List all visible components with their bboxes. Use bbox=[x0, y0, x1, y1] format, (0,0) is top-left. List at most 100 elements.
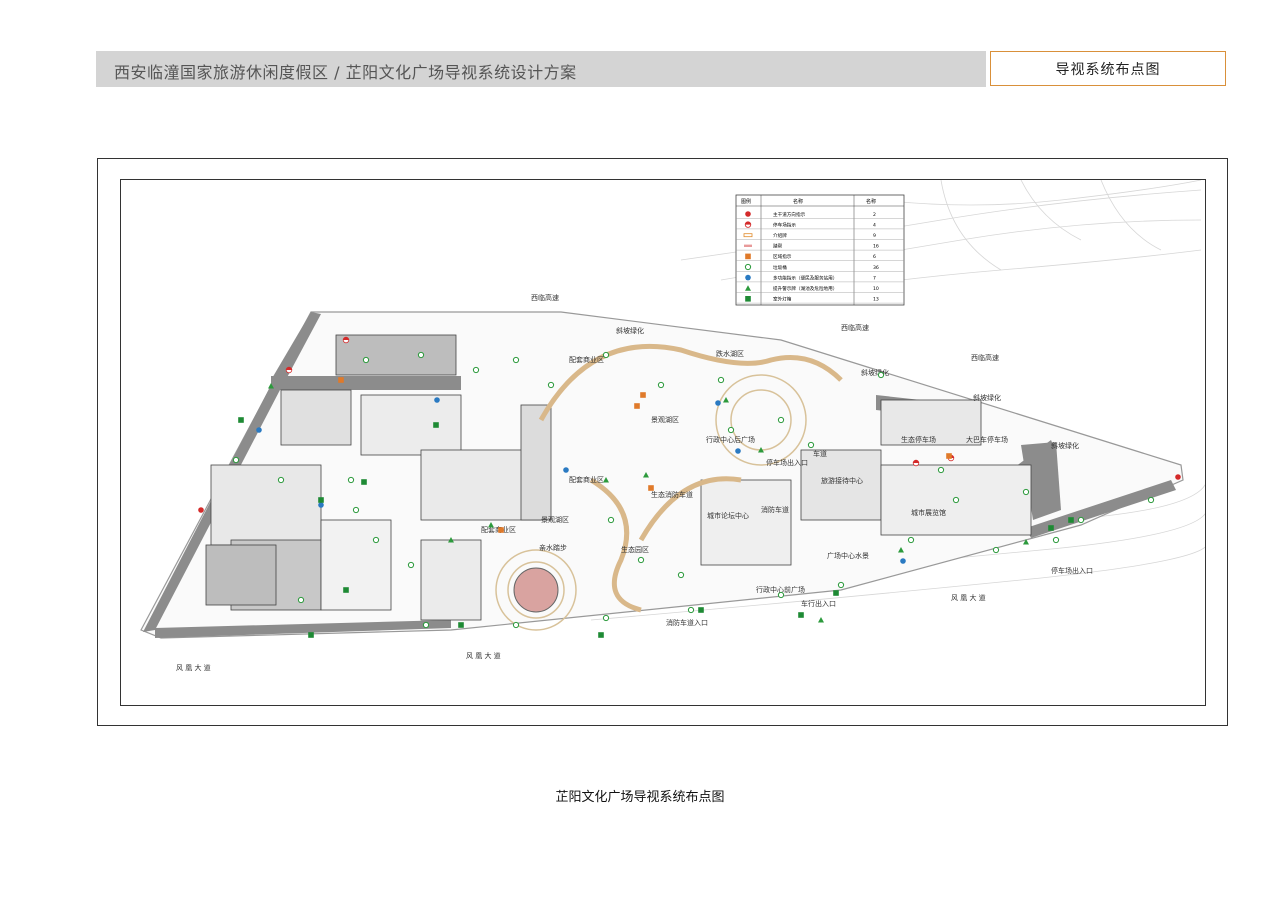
marker-green-ring bbox=[1052, 536, 1060, 544]
label-water-plaza: 亲水踏步 bbox=[539, 543, 567, 552]
legend-icon-half-red-circle bbox=[744, 221, 752, 228]
label-fengxiong-1: 风 凰 大 道 bbox=[176, 663, 211, 672]
marker-green-ring bbox=[907, 536, 915, 544]
marker-blue-circle bbox=[256, 427, 262, 433]
legend-item-count: 4 bbox=[873, 222, 876, 228]
marker-green-ring bbox=[547, 381, 555, 389]
marker-green-ring bbox=[637, 556, 645, 564]
label-fengxiong-2: 风 凰 大 道 bbox=[466, 651, 501, 660]
marker-blue-circle bbox=[434, 397, 440, 403]
section-label-box: 导视系统布点图 bbox=[990, 51, 1226, 86]
marker-green-ring bbox=[232, 456, 240, 464]
section-label: 导视系统布点图 bbox=[1055, 61, 1161, 78]
marker-blue-circle bbox=[715, 400, 721, 406]
marker-half-red-circle bbox=[912, 459, 920, 467]
legend-icon-green-square bbox=[745, 296, 751, 302]
legend-icon-orange-outline-rect bbox=[743, 233, 753, 238]
marker-green-ring bbox=[777, 591, 785, 599]
legend-item-name: 介绍牌 bbox=[773, 232, 787, 239]
label-city-forum: 城市论坛中心 bbox=[707, 511, 749, 520]
legend-header-name: 名称 bbox=[793, 198, 803, 205]
marker-orange-square bbox=[640, 392, 646, 398]
label-bus-parking: 大巴车停车场 bbox=[966, 435, 1008, 444]
label-fengxiong-3: 风 凰 大 道 bbox=[951, 593, 986, 602]
marker-green-ring bbox=[602, 614, 610, 622]
legend-item-name: 停车场指示 bbox=[773, 221, 796, 228]
label-lane-1: 车道 bbox=[813, 449, 827, 458]
marker-orange-square bbox=[648, 485, 654, 491]
label-parking-entry-2: 停车场出入口 bbox=[1051, 566, 1093, 575]
page-title: 西安临潼国家旅游休闲度假区 / 芷阳文化广场导视系统设计方案 bbox=[114, 63, 577, 82]
marker-green-ring bbox=[1077, 516, 1085, 524]
label-xilin-expressway-3: 西临高速 bbox=[971, 353, 999, 362]
legend-item-name: 主干道方向指示 bbox=[773, 211, 806, 218]
marker-orange-square bbox=[634, 403, 640, 409]
marker-green-square bbox=[308, 632, 314, 638]
map-frame: 图例 名称 名称 主干道方向指示 2 停车场指示 4 介绍牌 9 踏帮 16 区域指示 6 垃圾桶 3… bbox=[120, 179, 1206, 706]
legend-item-count: 36 bbox=[873, 265, 879, 271]
marker-green-square bbox=[361, 479, 367, 485]
marker-green-ring bbox=[422, 621, 430, 629]
legend-item-name: 垃圾桶 bbox=[773, 264, 787, 271]
legend-header-count: 名称 bbox=[866, 198, 876, 205]
marker-green-ring bbox=[472, 366, 480, 374]
marker-green-ring bbox=[602, 351, 610, 359]
marker-green-square bbox=[1048, 525, 1054, 531]
marker-green-ring bbox=[837, 581, 845, 589]
legend-icon-green-ring bbox=[744, 263, 752, 271]
marker-green-ring bbox=[677, 571, 685, 579]
marker-green-ring bbox=[1147, 496, 1155, 504]
label-vehicle-entrance: 车行出入口 bbox=[801, 599, 836, 608]
marker-red-circle bbox=[1175, 474, 1181, 480]
label-plaza-water: 广场中心水景 bbox=[827, 551, 869, 560]
site-plan: 图例 名称 名称 主干道方向指示 2 停车场指示 4 介绍牌 9 踏帮 16 区域指示 6 垃圾桶 3… bbox=[140, 180, 1205, 672]
marker-blue-circle bbox=[318, 502, 324, 508]
marker-green-ring bbox=[277, 476, 285, 484]
label-parking-entrance: 停车场出入口 bbox=[766, 458, 808, 467]
marker-green-ring bbox=[877, 371, 885, 379]
marker-green-ring bbox=[952, 496, 960, 504]
marker-green-ring bbox=[992, 546, 1000, 554]
label-scenic-lake-2: 景观湖区 bbox=[541, 515, 569, 524]
marker-half-red-circle bbox=[285, 366, 293, 374]
legend-item-name: 室外灯箱 bbox=[773, 296, 792, 303]
marker-orange-square bbox=[946, 453, 952, 459]
legend-item-name: 多功能指示（便民及服务站用） bbox=[773, 274, 837, 281]
marker-green-ring bbox=[297, 596, 305, 604]
legend-icon-red-circle bbox=[745, 211, 751, 217]
label-xilin-expressway-1: 西临高速 bbox=[531, 293, 559, 302]
label-slope-green-3: 斜坡绿化 bbox=[973, 393, 1001, 402]
label-fire-lane-1: 消防车道 bbox=[761, 505, 789, 514]
marker-green-ring bbox=[1022, 488, 1030, 496]
legend-item-count: 16 bbox=[873, 244, 879, 250]
marker-green-triangle bbox=[818, 617, 824, 623]
label-eco-park: 生态园区 bbox=[621, 545, 649, 554]
label-eco-parking: 生态停车场 bbox=[901, 435, 936, 444]
marker-green-ring bbox=[417, 351, 425, 359]
marker-green-square bbox=[833, 590, 839, 596]
label-commercial-2: 配套商业区 bbox=[569, 475, 604, 484]
marker-green-ring bbox=[607, 516, 615, 524]
legend-item-count: 7 bbox=[873, 275, 876, 281]
legend-item-count: 10 bbox=[873, 286, 879, 292]
label-slope-green-4: 斜坡绿化 bbox=[1051, 441, 1079, 450]
legend-item-count: 2 bbox=[873, 212, 876, 218]
marker-blue-circle bbox=[563, 467, 569, 473]
marker-green-ring bbox=[352, 506, 360, 514]
legend-item-count: 9 bbox=[873, 233, 876, 239]
legend-item-name: 踏帮 bbox=[773, 243, 783, 250]
label-fire-lane-2: 消防车道入口 bbox=[666, 618, 708, 627]
label-slope-green-1: 斜坡绿化 bbox=[616, 326, 644, 335]
marker-green-ring bbox=[687, 606, 695, 614]
marker-green-square bbox=[343, 587, 349, 593]
marker-green-square bbox=[458, 622, 464, 628]
legend-header-icon: 图例 bbox=[741, 198, 751, 205]
marker-green-square bbox=[698, 607, 704, 613]
marker-green-ring bbox=[937, 466, 945, 474]
legend-item-count: 13 bbox=[873, 297, 879, 303]
legend-icon-blue-circle bbox=[745, 274, 751, 281]
marker-orange-square bbox=[498, 527, 504, 533]
legend-item-count: 6 bbox=[873, 254, 876, 260]
marker-green-ring bbox=[362, 356, 370, 364]
label-tourism-reception: 旅游接待中心 bbox=[821, 476, 863, 485]
